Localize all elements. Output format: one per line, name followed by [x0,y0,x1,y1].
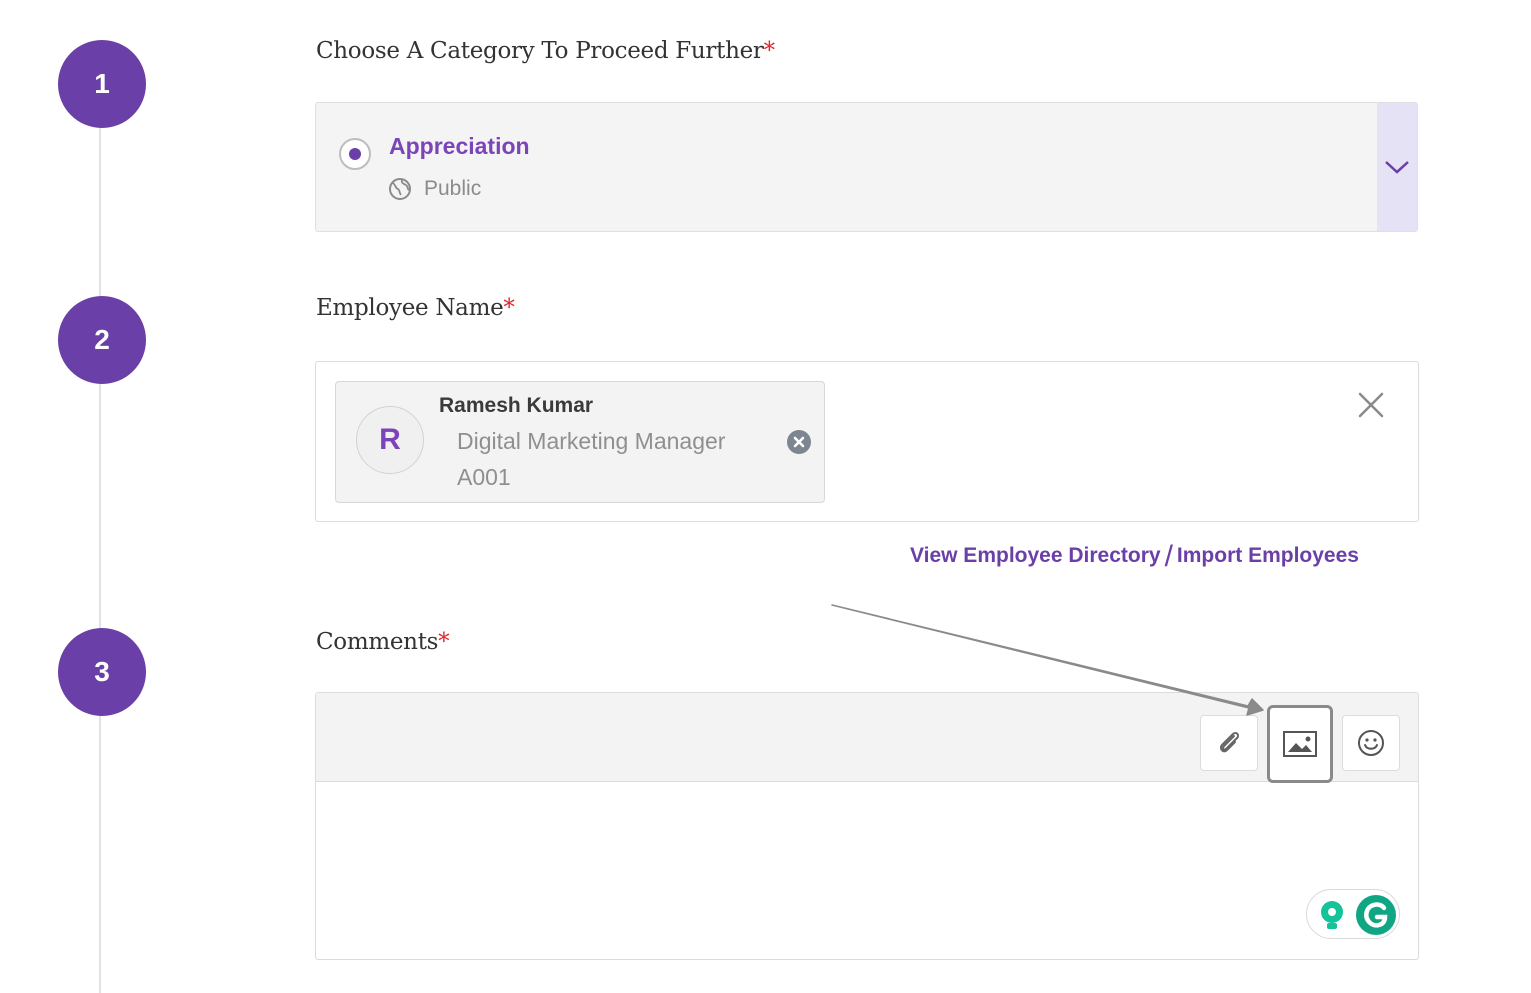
employee-role: Digital Marketing Manager [457,428,726,454]
grammarly-icon [1356,895,1396,935]
employee-chip: R Ramesh Kumar Digital Marketing Manager… [335,381,825,503]
emoji-icon [1358,730,1384,756]
step-3-indicator: 3 [58,628,146,716]
remove-chip-icon[interactable] [786,429,812,455]
category-radio[interactable] [339,138,371,170]
editor-toolbar [316,693,1418,783]
employee-name: Ramesh Kumar [439,394,594,417]
category-dropdown-toggle[interactable] [1377,103,1417,231]
step-2-indicator: 2 [58,296,146,384]
step-1-indicator: 1 [58,40,146,128]
comments-editor[interactable] [315,692,1419,960]
employee-links: View Employee Directory / Import Employees [910,540,1359,574]
category-visibility: Public [424,177,482,200]
link-separator: / [1164,540,1173,573]
chevron-down-icon [1385,161,1409,174]
employee-label: Employee Name* [316,295,515,321]
import-employees-link[interactable]: Import Employees [1177,544,1359,567]
comments-label: Comments* [316,629,450,655]
required-mark: * [438,629,450,655]
category-select[interactable]: Appreciation Public [315,102,1418,232]
category-title: Appreciation [389,133,530,159]
view-employee-directory-link[interactable]: View Employee Directory [910,544,1161,567]
attachment-icon [1219,731,1240,753]
image-icon [1283,731,1317,757]
avatar: R [356,406,424,474]
attach-file-button[interactable] [1200,715,1258,771]
insert-image-button[interactable] [1267,705,1333,783]
lightbulb-icon [1321,901,1343,929]
grammarly-widget[interactable] [1306,889,1400,939]
employee-select[interactable]: R Ramesh Kumar Digital Marketing Manager… [315,361,1419,522]
category-label: Choose A Category To Proceed Further* [316,38,775,64]
employee-id: A001 [457,464,511,490]
globe-icon [389,178,411,200]
timeline-line [99,120,101,993]
emoji-button[interactable] [1342,715,1400,771]
required-mark: * [763,38,776,64]
close-icon[interactable] [1356,390,1386,420]
required-mark: * [503,295,515,321]
